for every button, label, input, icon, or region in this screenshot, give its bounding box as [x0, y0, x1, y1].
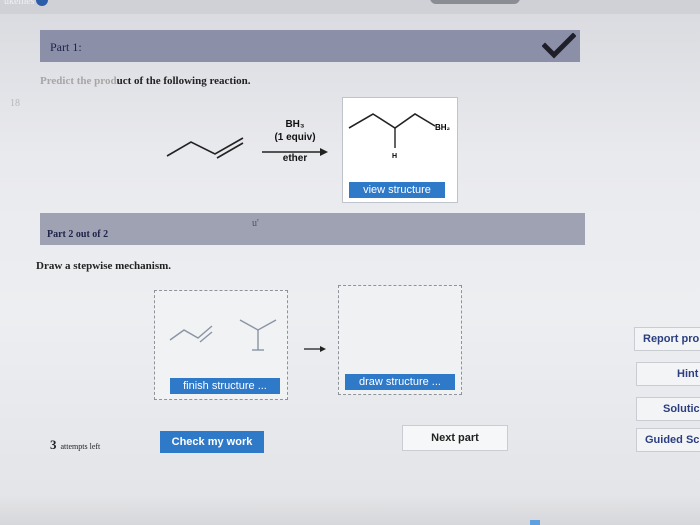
- draw-structure-button[interactable]: draw structure ...: [345, 374, 455, 390]
- top-tab-pill[interactable]: [430, 0, 520, 4]
- hint-button[interactable]: Hint: [636, 362, 700, 386]
- solution-button[interactable]: Solutic: [636, 397, 700, 421]
- top-bar: ukemes: [0, 0, 700, 14]
- reactant-alkene-structure: [166, 137, 244, 159]
- attempts-label: attempts left: [60, 442, 101, 451]
- finish-structure-button[interactable]: finish structure ...: [170, 378, 280, 394]
- mechanism-arrow-icon: [304, 346, 326, 352]
- next-part-button[interactable]: Next part: [402, 425, 508, 451]
- part1-title: Part 1:: [50, 40, 82, 54]
- part1-header: [40, 30, 580, 62]
- view-structure-button[interactable]: view structure: [349, 182, 445, 198]
- bottom-accent: [530, 520, 540, 525]
- product-h-label: H: [392, 153, 398, 160]
- attempts-left: 3 attempts left: [50, 436, 100, 454]
- part2-header: [40, 213, 585, 245]
- instruction-faded-text: Predict the prod: [40, 75, 117, 87]
- top-badge-icon: [36, 0, 48, 6]
- guided-solution-button[interactable]: Guided Sc: [636, 428, 700, 452]
- reagent-equiv: (1 equiv): [274, 132, 316, 143]
- part2-mark: u': [252, 218, 259, 229]
- product-bh2-label: BH₂: [435, 123, 451, 132]
- bottom-strip: [0, 495, 700, 525]
- part1-instruction: Predict the product of the following rea…: [40, 75, 251, 87]
- mechanism-step1-structures: [169, 319, 277, 351]
- reaction-arrow-icon: [262, 148, 328, 156]
- check-my-work-button[interactable]: Check my work: [160, 431, 264, 453]
- part2-title: Part 2 out of 2: [47, 229, 109, 240]
- reagent-bh3: BH₃: [285, 119, 305, 130]
- report-problem-button[interactable]: Report pro: [634, 327, 700, 351]
- attempts-count: 3: [50, 437, 57, 452]
- part2-instruction: Draw a stepwise mechanism.: [36, 260, 172, 272]
- top-tab-label: ukemes: [4, 0, 35, 7]
- checkmark-icon: [542, 33, 576, 59]
- reagent-conditions: BH₃ (1 equiv) ether: [262, 118, 328, 165]
- instruction-text: uct of the following reaction.: [116, 75, 251, 87]
- product-structure: [348, 113, 436, 148]
- margin-mark: 18: [10, 98, 20, 109]
